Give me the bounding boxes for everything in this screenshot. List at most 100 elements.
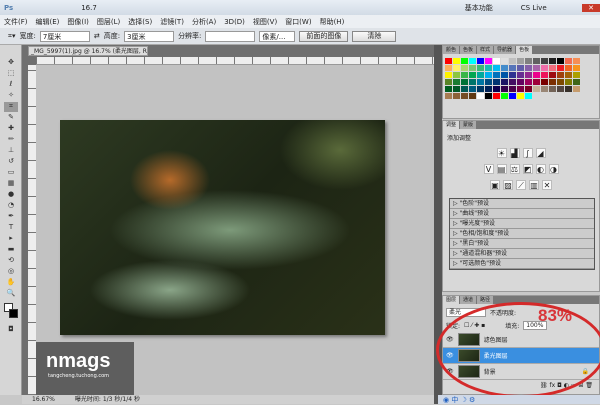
blur-icon[interactable]: ● bbox=[4, 190, 18, 200]
tab-layers[interactable]: 图层 bbox=[443, 296, 460, 304]
exposure-icon[interactable]: ◢ bbox=[535, 148, 546, 158]
swatch[interactable] bbox=[533, 58, 540, 64]
swatch[interactable] bbox=[517, 58, 524, 64]
menu-layer[interactable]: 图层(L) bbox=[97, 17, 120, 27]
gradient-map-icon[interactable]: ▥ bbox=[529, 180, 539, 190]
preset-selective-color[interactable]: ▷ "可选颜色"预设 bbox=[450, 259, 594, 269]
hue-saturation-icon[interactable]: ▤ bbox=[496, 164, 507, 174]
swatch[interactable] bbox=[541, 65, 548, 71]
preset-curves[interactable]: ▷ "曲线"预设 bbox=[450, 209, 594, 219]
swatch[interactable] bbox=[501, 86, 508, 92]
swatch[interactable] bbox=[549, 58, 556, 64]
swatch[interactable] bbox=[453, 72, 460, 78]
curves-icon[interactable]: ∫ bbox=[522, 148, 533, 158]
swatch[interactable] bbox=[493, 93, 500, 99]
3d-camera-icon[interactable]: ◎ bbox=[4, 267, 18, 277]
swatch[interactable] bbox=[477, 86, 484, 92]
menu-analysis[interactable]: 分析(A) bbox=[192, 17, 216, 27]
eyedropper-icon[interactable]: ✎ bbox=[4, 113, 18, 123]
swatch[interactable] bbox=[517, 86, 524, 92]
swatch[interactable] bbox=[493, 58, 500, 64]
stamp-icon[interactable]: ⊥ bbox=[4, 146, 18, 156]
swatch[interactable] bbox=[573, 86, 580, 92]
close-icon[interactable]: ✕ bbox=[582, 3, 600, 12]
width-input[interactable]: 7厘米 bbox=[39, 30, 90, 42]
swatch[interactable] bbox=[469, 86, 476, 92]
lasso-tool-icon[interactable]: ℓ bbox=[4, 80, 18, 90]
swatch[interactable] bbox=[549, 86, 556, 92]
preset-black-white[interactable]: ▷ "黑白"预设 bbox=[450, 239, 594, 249]
swatch[interactable] bbox=[445, 58, 452, 64]
swatch[interactable] bbox=[461, 79, 468, 85]
swatch[interactable] bbox=[573, 72, 580, 78]
tab-adjustments[interactable]: 调整 bbox=[443, 121, 460, 129]
swatch[interactable] bbox=[509, 93, 516, 99]
leaf-photo[interactable] bbox=[60, 120, 385, 335]
swatch[interactable] bbox=[469, 58, 476, 64]
preset-levels[interactable]: ▷ "色阶"预设 bbox=[450, 199, 594, 209]
3d-rotate-icon[interactable]: ⟲ bbox=[4, 256, 18, 266]
menu-filter[interactable]: 滤镜(T) bbox=[160, 17, 184, 27]
swatch[interactable] bbox=[565, 79, 572, 85]
swatch[interactable] bbox=[501, 79, 508, 85]
swatch[interactable] bbox=[533, 86, 540, 92]
swatch[interactable] bbox=[517, 79, 524, 85]
swatch[interactable] bbox=[461, 72, 468, 78]
swatch[interactable] bbox=[565, 58, 572, 64]
swatch[interactable] bbox=[525, 58, 532, 64]
swatch[interactable] bbox=[485, 93, 492, 99]
menu-help[interactable]: 帮助(H) bbox=[320, 17, 345, 27]
zoom-status[interactable]: 16.67% bbox=[32, 395, 55, 404]
swatch[interactable] bbox=[445, 93, 452, 99]
preset-exposure[interactable]: ▷ "曝光度"预设 bbox=[450, 219, 594, 229]
swatch[interactable] bbox=[541, 72, 548, 78]
swatch[interactable] bbox=[501, 72, 508, 78]
invert-icon[interactable]: ▣ bbox=[490, 180, 500, 190]
swatch[interactable] bbox=[461, 86, 468, 92]
swatch[interactable] bbox=[469, 72, 476, 78]
swatch[interactable] bbox=[501, 93, 508, 99]
swatch[interactable] bbox=[557, 72, 564, 78]
swatch[interactable] bbox=[477, 65, 484, 71]
crop-tool-icon[interactable]: ⌗ bbox=[4, 102, 18, 112]
swatch[interactable] bbox=[501, 58, 508, 64]
swatch[interactable] bbox=[469, 93, 476, 99]
swatch[interactable] bbox=[485, 58, 492, 64]
magic-wand-icon[interactable]: ✧ bbox=[4, 91, 18, 101]
swatch[interactable] bbox=[477, 58, 484, 64]
swatch[interactable] bbox=[485, 72, 492, 78]
swatch[interactable] bbox=[445, 65, 452, 71]
swatch[interactable] bbox=[509, 86, 516, 92]
swatch[interactable] bbox=[549, 79, 556, 85]
resolution-input[interactable] bbox=[205, 30, 256, 42]
unit-select[interactable]: 像素/... bbox=[259, 30, 296, 42]
crop-tool-icon[interactable]: ⌗▾ bbox=[8, 32, 15, 41]
swatch[interactable] bbox=[509, 79, 516, 85]
swatch[interactable] bbox=[445, 86, 452, 92]
swatch[interactable] bbox=[557, 86, 564, 92]
swap-icon[interactable]: ⇄ bbox=[94, 32, 100, 40]
threshold-icon[interactable]: ⟋ bbox=[516, 180, 526, 190]
marquee-tool-icon[interactable]: ⬚ bbox=[4, 69, 18, 79]
swatch[interactable] bbox=[525, 72, 532, 78]
swatch[interactable] bbox=[517, 93, 524, 99]
workspace-switcher[interactable]: 基本功能 bbox=[465, 3, 493, 13]
swatch[interactable] bbox=[493, 72, 500, 78]
swatch[interactable] bbox=[533, 65, 540, 71]
swatch[interactable] bbox=[493, 86, 500, 92]
document-tab[interactable]: _MG_5997(1).jpg @ 16.7% (柔光图层, RGB/8*) × bbox=[28, 46, 148, 56]
preset-hue-saturation[interactable]: ▷ "色相/饱和度"预设 bbox=[450, 229, 594, 239]
menu-3d[interactable]: 3D(D) bbox=[224, 18, 245, 26]
color-balance-icon[interactable]: ⚖ bbox=[509, 164, 520, 174]
tab-swatches-active[interactable]: 色板 bbox=[516, 46, 533, 54]
swatch[interactable] bbox=[453, 86, 460, 92]
swatch[interactable] bbox=[565, 86, 572, 92]
tab-swatches[interactable]: 色板 bbox=[460, 46, 477, 54]
posterize-icon[interactable]: ▨ bbox=[503, 180, 513, 190]
swatch[interactable] bbox=[541, 79, 548, 85]
tab-color[interactable]: 颜色 bbox=[443, 46, 460, 54]
move-tool-icon[interactable]: ✥ bbox=[4, 58, 18, 68]
history-brush-icon[interactable]: ↺ bbox=[4, 157, 18, 167]
zoom-dropdown[interactable]: 16.7 bbox=[81, 4, 97, 12]
gradient-icon[interactable]: ▦ bbox=[4, 179, 18, 189]
